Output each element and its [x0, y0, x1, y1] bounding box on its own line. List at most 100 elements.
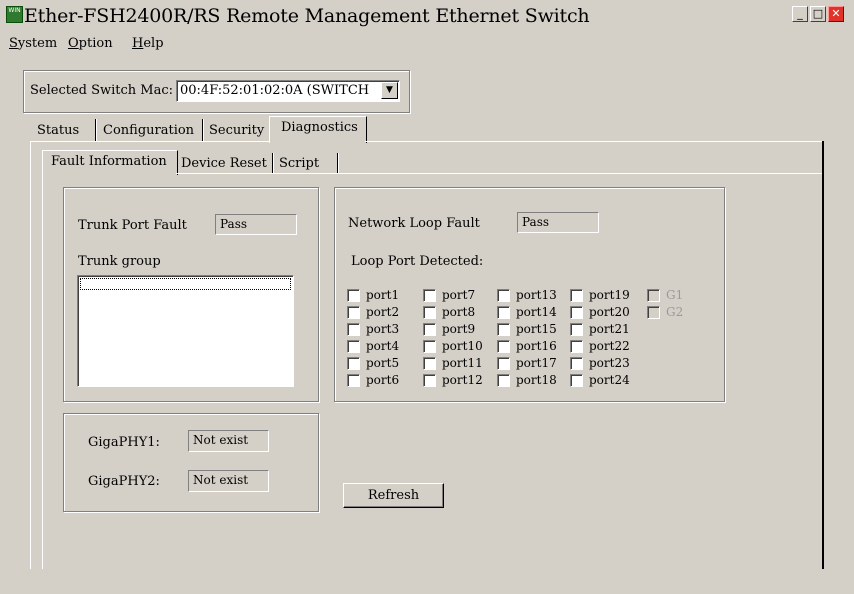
- trunk-group-label: Trunk group: [78, 254, 161, 269]
- checkbox-label-g1: G1: [666, 288, 684, 302]
- network-loop-group: Network Loop Fault Pass Loop Port Detect…: [334, 187, 725, 402]
- subtab-fault-active[interactable]: Fault Information: [42, 150, 178, 175]
- checkbox-label-port22[interactable]: port22: [589, 339, 630, 353]
- panel-left-edge: [30, 141, 31, 569]
- tab-diagnostics-active[interactable]: Diagnostics: [269, 116, 367, 143]
- checkbox-label-port9[interactable]: port9: [442, 322, 475, 336]
- checkbox-port18[interactable]: [497, 374, 510, 387]
- checkbox-port21[interactable]: [570, 323, 583, 336]
- close-button[interactable]: ✕: [828, 6, 844, 22]
- gigaphy1-value: Not exist: [188, 430, 269, 452]
- checkbox-port4[interactable]: [347, 340, 360, 353]
- checkbox-port14[interactable]: [497, 306, 510, 319]
- menu-help[interactable]: Help: [132, 36, 164, 51]
- network-loop-fault-value: Pass: [517, 212, 599, 233]
- checkbox-label-port18[interactable]: port18: [516, 373, 557, 387]
- refresh-button[interactable]: Refresh: [343, 483, 444, 508]
- minimize-button[interactable]: _: [792, 6, 808, 22]
- chevron-down-icon[interactable]: ▼: [381, 82, 398, 99]
- checkbox-port12[interactable]: [423, 374, 436, 387]
- subtab-device-reset[interactable]: Device Reset: [181, 156, 267, 171]
- panel-top-edge: [30, 141, 269, 142]
- tab-diagnostics[interactable]: Diagnostics: [281, 120, 358, 135]
- title-bar: WIN Ether-FSH2400R/RS Remote Management …: [0, 0, 854, 32]
- gigaphy-group: GigaPHY1: Not exist GigaPHY2: Not exist: [63, 413, 319, 512]
- checkbox-label-port5[interactable]: port5: [366, 356, 399, 370]
- checkbox-port7[interactable]: [423, 289, 436, 302]
- menu-system[interactable]: System: [9, 36, 57, 51]
- checkbox-label-port10[interactable]: port10: [442, 339, 483, 353]
- checkbox-port8[interactable]: [423, 306, 436, 319]
- checkbox-label-port20[interactable]: port20: [589, 305, 630, 319]
- switch-mac-dropdown[interactable]: 00:4F:52:01:02:0A (SWITCH ▼: [176, 80, 400, 102]
- subtab-script[interactable]: Script: [279, 156, 319, 171]
- trunk-fault-group: Trunk Port Fault Pass Trunk group: [63, 187, 319, 402]
- checkbox-label-port4[interactable]: port4: [366, 339, 399, 353]
- checkbox-label-g2: G2: [666, 305, 684, 319]
- checkbox-port23[interactable]: [570, 357, 583, 370]
- checkbox-label-port12[interactable]: port12: [442, 373, 483, 387]
- checkbox-port1[interactable]: [347, 289, 360, 302]
- panel-top-edge: [365, 141, 822, 142]
- checkbox-port16[interactable]: [497, 340, 510, 353]
- checkbox-label-port1[interactable]: port1: [366, 288, 399, 302]
- tab-security[interactable]: Security: [209, 123, 264, 138]
- checkbox-label-port21[interactable]: port21: [589, 322, 630, 336]
- panel-right-edge: [822, 141, 824, 569]
- checkbox-port10[interactable]: [423, 340, 436, 353]
- checkbox-label-port17[interactable]: port17: [516, 356, 557, 370]
- tab-divider: [337, 153, 338, 173]
- checkbox-port15[interactable]: [497, 323, 510, 336]
- subpanel-top-edge: [176, 173, 822, 174]
- checkbox-port11[interactable]: [423, 357, 436, 370]
- tab-divider: [202, 119, 203, 141]
- checkbox-label-port7[interactable]: port7: [442, 288, 475, 302]
- tab-status[interactable]: Status: [37, 123, 79, 138]
- trunk-port-fault-value: Pass: [215, 214, 297, 235]
- loop-port-detected-label: Loop Port Detected:: [351, 254, 484, 269]
- gigaphy2-label: GigaPHY2:: [88, 474, 160, 489]
- checkbox-g2: [647, 306, 660, 319]
- checkbox-port20[interactable]: [570, 306, 583, 319]
- checkbox-port19[interactable]: [570, 289, 583, 302]
- checkbox-label-port23[interactable]: port23: [589, 356, 630, 370]
- subtab-fault-information[interactable]: Fault Information: [51, 154, 167, 169]
- switch-mac-value: 00:4F:52:01:02:0A (SWITCH: [180, 83, 370, 98]
- checkbox-port22[interactable]: [570, 340, 583, 353]
- gigaphy1-label: GigaPHY1:: [88, 435, 160, 450]
- checkbox-label-port6[interactable]: port6: [366, 373, 399, 387]
- checkbox-port6[interactable]: [347, 374, 360, 387]
- selected-switch-label: Selected Switch Mac:: [30, 83, 174, 98]
- checkbox-label-port8[interactable]: port8: [442, 305, 475, 319]
- checkbox-port9[interactable]: [423, 323, 436, 336]
- trunk-group-list[interactable]: [77, 275, 294, 387]
- maximize-button[interactable]: □: [810, 6, 826, 22]
- checkbox-label-port13[interactable]: port13: [516, 288, 557, 302]
- checkbox-label-port11[interactable]: port11: [442, 356, 483, 370]
- switch-selector-group: Selected Switch Mac: 00:4F:52:01:02:0A (…: [23, 70, 410, 113]
- checkbox-label-port16[interactable]: port16: [516, 339, 557, 353]
- window-title: Ether-FSH2400R/RS Remote Management Ethe…: [24, 5, 590, 27]
- checkbox-port5[interactable]: [347, 357, 360, 370]
- menu-option[interactable]: Option: [68, 36, 113, 51]
- tab-divider: [95, 119, 96, 141]
- checkbox-label-port19[interactable]: port19: [589, 288, 630, 302]
- gigaphy2-value: Not exist: [188, 470, 269, 492]
- checkbox-label-port2[interactable]: port2: [366, 305, 399, 319]
- checkbox-port13[interactable]: [497, 289, 510, 302]
- checkbox-label-port14[interactable]: port14: [516, 305, 557, 319]
- tab-configuration[interactable]: Configuration: [103, 123, 194, 138]
- checkbox-port17[interactable]: [497, 357, 510, 370]
- checkbox-port3[interactable]: [347, 323, 360, 336]
- checkbox-label-port3[interactable]: port3: [366, 322, 399, 336]
- checkbox-port24[interactable]: [570, 374, 583, 387]
- trunk-port-fault-label: Trunk Port Fault: [78, 218, 187, 233]
- tab-divider: [272, 153, 273, 173]
- checkbox-label-port24[interactable]: port24: [589, 373, 630, 387]
- checkbox-label-port15[interactable]: port15: [516, 322, 557, 336]
- app-icon: WIN: [6, 6, 23, 23]
- checkbox-port2[interactable]: [347, 306, 360, 319]
- list-focus-row: [80, 278, 291, 290]
- subpanel-left-edge: [42, 173, 43, 569]
- network-loop-fault-label: Network Loop Fault: [348, 216, 480, 231]
